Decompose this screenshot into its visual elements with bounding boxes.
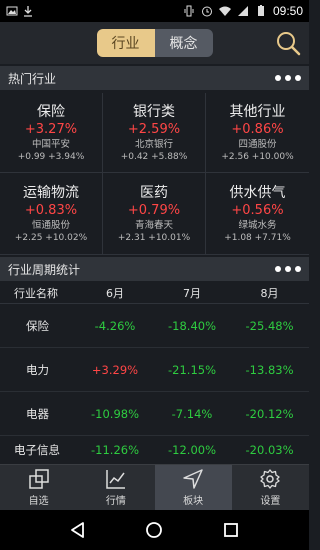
column-header[interactable]: 8月 bbox=[230, 285, 309, 301]
navigation-icon bbox=[183, 469, 203, 489]
clock: 09:50 bbox=[272, 4, 303, 18]
industry-card[interactable]: 医药 +0.79% 青海春天 +2.31 +10.01% bbox=[103, 173, 206, 255]
bottom-nav: 自选 行情 板块 设置 bbox=[0, 464, 309, 510]
row-value: -12.00% bbox=[168, 443, 216, 457]
home-icon[interactable] bbox=[145, 521, 163, 539]
status-bar: 09:50 bbox=[0, 0, 309, 22]
industry-change: +2.59% bbox=[127, 121, 181, 137]
industry-card[interactable]: 其他行业 +0.86% 四通股份 +2.56 +10.00% bbox=[206, 93, 309, 173]
row-industry-name: 电力 bbox=[26, 362, 49, 377]
wifi-icon bbox=[218, 6, 231, 16]
industry-card[interactable]: 银行类 +2.59% 北京银行 +0.42 +5.88% bbox=[103, 93, 206, 173]
nav-label: 行情 bbox=[105, 496, 126, 507]
row-value: -18.40% bbox=[168, 318, 216, 333]
tab-concept[interactable]: 概念 bbox=[154, 29, 213, 57]
table-row[interactable]: 电力 +3.29% -21.15% -13.83% bbox=[0, 348, 309, 392]
top-bar: 行业 概念 bbox=[0, 22, 309, 64]
table-row[interactable]: 电子信息 -11.26% -12.00% -20.03% bbox=[0, 436, 309, 464]
nav-watchlist[interactable]: 自选 bbox=[0, 465, 77, 510]
industry-card[interactable]: 运输物流 +0.83% 恒通股份 +2.25 +10.02% bbox=[0, 173, 103, 255]
search-icon[interactable] bbox=[275, 30, 301, 56]
section-title: 行业周期统计 bbox=[8, 262, 81, 277]
leading-stock: 绿城水务 bbox=[238, 219, 277, 231]
column-header[interactable]: 6月 bbox=[76, 285, 154, 301]
industry-change: +0.83% bbox=[24, 202, 78, 218]
industry-change: +0.86% bbox=[231, 121, 284, 137]
nav-label: 自选 bbox=[28, 496, 49, 507]
signal-icon bbox=[237, 6, 248, 16]
row-industry-name: 电子信息 bbox=[14, 443, 60, 457]
system-nav-bar bbox=[0, 510, 309, 550]
gear-icon bbox=[260, 469, 281, 489]
more-icon[interactable] bbox=[275, 266, 301, 272]
vibrate-icon bbox=[184, 5, 194, 17]
industry-name: 运输物流 bbox=[23, 184, 79, 201]
industry-change: +3.27% bbox=[24, 121, 78, 137]
nav-label: 设置 bbox=[260, 496, 281, 507]
stock-detail: +0.99 +3.94% bbox=[17, 151, 85, 162]
row-value: -20.12% bbox=[245, 406, 294, 421]
column-header[interactable]: 7月 bbox=[154, 285, 230, 301]
stock-detail: +2.31 +10.01% bbox=[117, 232, 191, 243]
row-value: -20.03% bbox=[245, 443, 294, 457]
stock-detail: +1.08 +7.71% bbox=[224, 232, 291, 243]
row-value: -4.26% bbox=[94, 318, 136, 333]
hot-industry-grid: 保险 +3.27% 中国平安 +0.99 +3.94% 银行类 +2.59% 北… bbox=[0, 93, 309, 255]
industry-name: 医药 bbox=[140, 184, 168, 201]
watchlist-icon bbox=[28, 469, 49, 489]
stock-detail: +2.25 +10.02% bbox=[14, 232, 88, 243]
table-row[interactable]: 电器 -10.98% -7.14% -20.12% bbox=[0, 392, 309, 436]
chart-icon bbox=[106, 470, 125, 489]
industry-change: +0.79% bbox=[127, 202, 181, 218]
tab-switcher: 行业 概念 bbox=[96, 29, 213, 57]
tab-industry[interactable]: 行业 bbox=[96, 29, 155, 57]
industry-name: 保险 bbox=[37, 103, 65, 120]
industry-card[interactable]: 供水供气 +0.56% 绿城水务 +1.08 +7.71% bbox=[206, 173, 309, 255]
nav-sector[interactable]: 板块 bbox=[154, 465, 232, 510]
industry-change: +0.56% bbox=[231, 202, 284, 218]
row-industry-name: 电器 bbox=[26, 406, 49, 421]
table-row[interactable]: 保险 -4.26% -18.40% -25.48% bbox=[0, 304, 309, 348]
industry-name: 供水供气 bbox=[229, 184, 286, 201]
table-header: 行业名称 6月 7月 8月 bbox=[0, 282, 309, 304]
leading-stock: 中国平安 bbox=[31, 138, 70, 150]
column-header[interactable]: 行业名称 bbox=[0, 285, 76, 301]
industry-name: 银行类 bbox=[133, 103, 175, 120]
row-industry-name: 保险 bbox=[26, 318, 49, 333]
download-icon bbox=[24, 6, 32, 17]
stock-detail: +0.42 +5.88% bbox=[120, 151, 188, 162]
row-value: +3.29% bbox=[91, 362, 139, 377]
row-value: -10.98% bbox=[91, 406, 139, 421]
more-icon[interactable] bbox=[275, 75, 301, 81]
nav-settings[interactable]: 设置 bbox=[232, 465, 309, 510]
recents-icon[interactable] bbox=[222, 521, 240, 539]
leading-stock: 恒通股份 bbox=[31, 219, 70, 231]
row-value: -25.48% bbox=[245, 318, 294, 333]
back-icon[interactable] bbox=[69, 521, 87, 539]
gallery-icon bbox=[6, 6, 18, 16]
battery-icon bbox=[257, 5, 264, 16]
row-value: -21.15% bbox=[168, 362, 216, 377]
stock-detail: +2.56 +10.00% bbox=[221, 151, 294, 162]
industry-card[interactable]: 保险 +3.27% 中国平安 +0.99 +3.94% bbox=[0, 93, 103, 173]
row-value: -13.83% bbox=[245, 362, 294, 377]
hot-section-header: 热门行业 bbox=[0, 66, 309, 90]
row-value: -7.14% bbox=[171, 406, 213, 421]
row-value: -11.26% bbox=[91, 443, 139, 457]
alarm-icon bbox=[201, 6, 212, 17]
section-title: 热门行业 bbox=[8, 71, 57, 86]
leading-stock: 北京银行 bbox=[134, 138, 173, 150]
leading-stock: 四通股份 bbox=[238, 138, 277, 150]
leading-stock: 青海春天 bbox=[134, 219, 173, 231]
industry-name: 其他行业 bbox=[229, 103, 286, 120]
nav-label: 板块 bbox=[183, 496, 204, 507]
cycle-section-header: 行业周期统计 bbox=[0, 257, 309, 281]
nav-market[interactable]: 行情 bbox=[77, 465, 154, 510]
